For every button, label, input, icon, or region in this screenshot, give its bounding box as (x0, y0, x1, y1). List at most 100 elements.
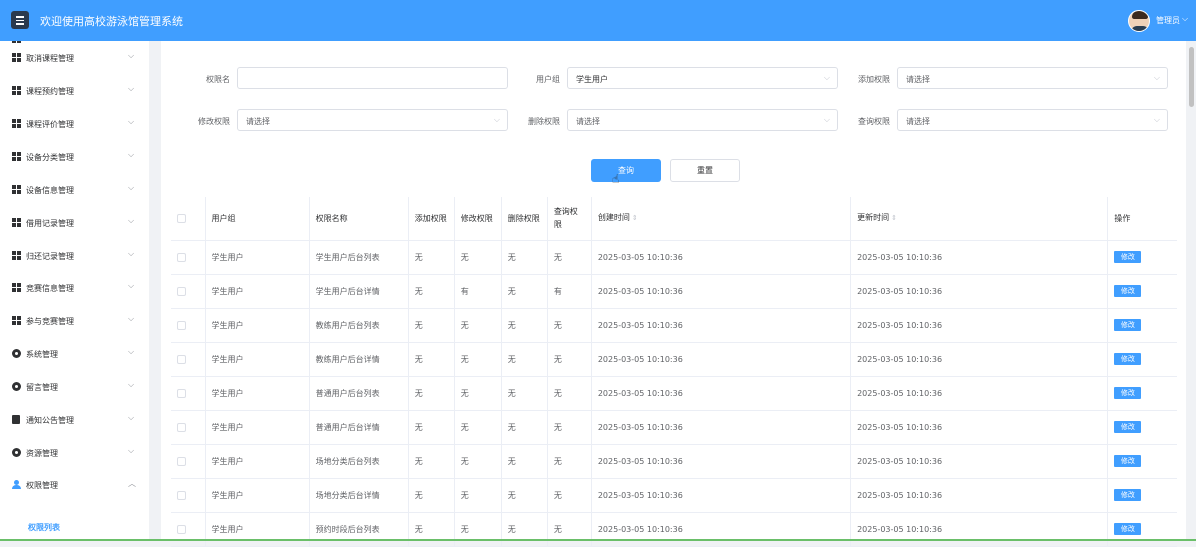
chevron-down-icon: ⌵ (128, 413, 135, 422)
sidebar-item[interactable]: 竞赛信息管理 ⌵ (0, 271, 149, 304)
col-created[interactable]: 创建时间 ⇕ (591, 197, 852, 241)
cell-action: 修改 (1107, 342, 1177, 377)
edit-button[interactable]: 修改 (1114, 285, 1142, 297)
permission-name-input[interactable] (237, 67, 508, 89)
query-permission-select[interactable]: 请选择 ⌵ (897, 109, 1168, 131)
gear-icon (12, 349, 21, 358)
edit-button[interactable]: 修改 (1114, 421, 1142, 433)
select-all-checkbox[interactable] (171, 197, 206, 241)
cell-delete: 无 (501, 478, 548, 513)
sidebar-subitem-permission-list[interactable]: 权限列表 (28, 522, 60, 533)
cell-delete: 无 (501, 410, 548, 445)
cell-created: 2025-03-05 10:10:36 (591, 376, 852, 411)
table-row: 学生用户 教练用户后台详情无无无无 2025-03-05 10:10:36 2025-… (171, 342, 1177, 377)
add-permission-select[interactable]: 请选择 ⌵ (897, 67, 1168, 89)
table-row: 学生用户 场地分类后台详情无无无无 2025-03-05 10:10:36 2025-… (171, 478, 1177, 513)
cell-updated: 2025-03-05 10:10:36 (850, 444, 1109, 479)
chevron-down-icon[interactable]: ⌵ (1182, 14, 1188, 24)
sidebar-item[interactable]: 留言管理 ⌵ (0, 370, 149, 403)
chevron-down-icon: ⌵ (1153, 115, 1160, 124)
cell-edit: 有 (454, 274, 502, 309)
cell-name: 学生用户后台详情 (309, 274, 409, 309)
edit-button[interactable]: 修改 (1114, 523, 1142, 535)
cell-created: 2025-03-05 10:10:36 (591, 274, 852, 309)
sidebar-item[interactable]: 参与竞赛管理 ⌵ (0, 304, 149, 337)
sidebar-item[interactable]: 取消课程管理 ⌵ (0, 41, 149, 74)
row-checkbox[interactable] (171, 444, 206, 479)
sidebar-item[interactable]: 系统管理 ⌵ (0, 337, 149, 370)
cell-created: 2025-03-05 10:10:36 (591, 308, 852, 343)
sidebar-item[interactable]: 权限管理 ︿ (0, 468, 149, 501)
avatar[interactable] (1128, 10, 1150, 32)
edit-permission-label: 修改权限 (198, 117, 230, 126)
chevron-down-icon: ⌵ (128, 314, 135, 323)
edit-button[interactable]: 修改 (1114, 319, 1142, 331)
row-checkbox[interactable] (171, 342, 206, 377)
cell-name: 普通用户后台列表 (309, 376, 409, 411)
edit-button[interactable]: 修改 (1114, 489, 1142, 501)
edit-button[interactable]: 修改 (1114, 251, 1142, 263)
document-icon (12, 415, 20, 424)
grid-icon (12, 283, 21, 292)
edit-button[interactable]: 修改 (1114, 387, 1142, 399)
edit-permission-select[interactable]: 请选择 ⌵ (237, 109, 508, 131)
cell-group: 学生用户 (205, 444, 310, 479)
sidebar-item-label: 权限管理 (26, 481, 58, 490)
cell-query: 无 (547, 478, 592, 513)
row-checkbox[interactable] (171, 410, 206, 445)
hand-cursor-icon: ☝ (612, 172, 620, 186)
cell-query: 无 (547, 444, 592, 479)
edit-button[interactable]: 修改 (1114, 455, 1142, 467)
chevron-down-icon: ⌵ (128, 150, 135, 159)
row-checkbox[interactable] (171, 308, 206, 343)
scrollbar-thumb[interactable] (1189, 47, 1194, 107)
sidebar-item[interactable]: 课程预约管理 ⌵ (0, 74, 149, 107)
user-group-label: 用户组 (536, 75, 560, 84)
chevron-down-icon: ⌵ (493, 115, 500, 124)
sidebar-item[interactable]: 借用记录管理 ⌵ (0, 206, 149, 239)
cell-action: 修改 (1107, 376, 1177, 411)
reset-button[interactable]: 重置 (670, 159, 740, 182)
sidebar-item-label: 归还记录管理 (26, 252, 74, 261)
query-button[interactable]: 查询 (591, 159, 661, 182)
sidebar-item[interactable]: 设备分类管理 ⌵ (0, 140, 149, 173)
sidebar-item-label: 课程预约管理 (26, 87, 74, 96)
sidebar-item[interactable]: 归还记录管理 ⌵ (0, 239, 149, 272)
col-action: 操作 (1107, 197, 1177, 241)
sidebar-item[interactable]: 资源管理 ⌵ (0, 436, 149, 469)
cell-name: 教练用户后台详情 (309, 342, 409, 377)
chevron-up-icon: ︿ (128, 479, 136, 488)
cell-group: 学生用户 (205, 308, 310, 343)
scrollbar[interactable] (1186, 41, 1196, 541)
sidebar-item-label: 课程评价管理 (26, 120, 74, 129)
col-updated[interactable]: 更新时间 ⇕ (850, 197, 1109, 241)
cell-add: 无 (408, 376, 455, 411)
chevron-down-icon: ⌵ (128, 216, 135, 225)
menu-toggle-button[interactable] (11, 11, 29, 29)
cell-name: 场地分类后台详情 (309, 478, 409, 513)
sidebar-item-label: 竞赛信息管理 (26, 284, 74, 293)
cell-name: 普通用户后台详情 (309, 410, 409, 445)
cell-updated: 2025-03-05 10:10:36 (850, 308, 1109, 343)
sidebar-item-label: 留言管理 (26, 383, 58, 392)
cell-query: 有 (547, 274, 592, 309)
cell-add: 无 (408, 342, 455, 377)
cell-group: 学生用户 (205, 410, 310, 445)
cell-delete: 无 (501, 376, 548, 411)
delete-permission-select[interactable]: 请选择 ⌵ (567, 109, 838, 131)
user-name[interactable]: 管理员 (1156, 15, 1180, 26)
cell-delete: 无 (501, 444, 548, 479)
user-group-select[interactable]: 学生用户 ⌵ (567, 67, 838, 89)
user-icon (12, 480, 21, 489)
row-checkbox[interactable] (171, 376, 206, 411)
cell-add: 无 (408, 308, 455, 343)
sidebar-item[interactable]: 通知公告管理 ⌵ (0, 403, 149, 436)
edit-button[interactable]: 修改 (1114, 353, 1142, 365)
sidebar-item[interactable]: 设备信息管理 ⌵ (0, 173, 149, 206)
row-checkbox[interactable] (171, 240, 206, 275)
grid-icon (12, 218, 21, 227)
sidebar-item[interactable]: 课程评价管理 ⌵ (0, 107, 149, 140)
row-checkbox[interactable] (171, 274, 206, 309)
chevron-down-icon: ⌵ (128, 380, 135, 389)
row-checkbox[interactable] (171, 478, 206, 513)
